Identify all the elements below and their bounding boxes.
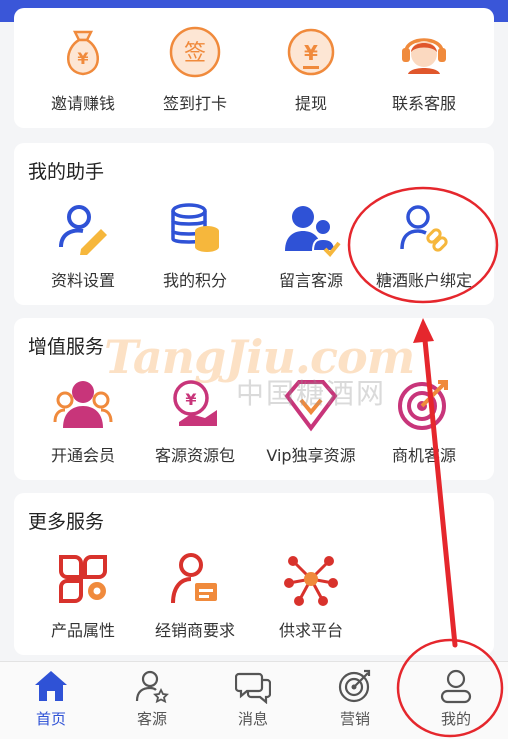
more-services-grid: 产品属性 经销商要求 供求平台 <box>14 547 494 647</box>
resource-pack-icon: ¥ <box>173 380 217 426</box>
open-membership-label: 开通会员 <box>50 446 115 465</box>
customer-source-icon <box>135 670 169 704</box>
account-link-icon <box>400 205 448 252</box>
checkin-button[interactable]: 签 签到打卡 <box>135 20 255 120</box>
tab-marketing[interactable]: 营销 <box>315 668 395 734</box>
open-membership-button[interactable]: 开通会员 <box>23 372 143 472</box>
profile-edit-icon <box>59 205 107 255</box>
membership-icon <box>53 381 113 428</box>
resource-pack-button[interactable]: ¥ 客源资源包 <box>135 372 255 472</box>
account-binding-button[interactable]: 糖酒账户绑定 <box>364 197 484 297</box>
withdraw-label: 提现 <box>294 94 327 113</box>
contact-service-label: 联系客服 <box>391 94 456 113</box>
contact-service-button[interactable]: 联系客服 <box>364 20 484 120</box>
quick-actions-grid: ¥ 邀请赚钱 签 签到打卡 ¥ 提现 联系客服 <box>14 20 494 120</box>
value-services-card: 增值服务 开通会员 ¥ 客源资源包 Vip独享资源 商机客源 <box>14 318 494 480</box>
points-icon <box>171 203 219 252</box>
product-attributes-button[interactable]: 产品属性 <box>23 547 143 647</box>
my-points-label: 我的积分 <box>162 271 227 290</box>
vip-diamond-icon <box>284 380 338 432</box>
dealer-requirements-button[interactable]: 经销商要求 <box>135 547 255 647</box>
home-icon <box>35 671 67 701</box>
svg-text:签: 签 <box>184 41 206 66</box>
tab-customer-source-label: 客源 <box>136 710 167 728</box>
customer-service-icon <box>402 38 446 74</box>
assistant-card: 我的助手 资料设置 我的积分 留言客源 糖酒账户绑定 <box>14 143 494 305</box>
withdraw-button[interactable]: ¥ 提现 <box>251 20 371 120</box>
invite-earn-button[interactable]: ¥ 邀请赚钱 <box>23 20 143 120</box>
bottom-tab-bar: 首页 客源 消息 营销 我的 <box>0 661 508 739</box>
tab-messages-label: 消息 <box>237 710 268 728</box>
more-services-card: 更多服务 产品属性 经销商要求 供求平台 <box>14 493 494 655</box>
tab-profile-label: 我的 <box>440 710 471 728</box>
quick-actions-card: ¥ 邀请赚钱 签 签到打卡 ¥ 提现 联系客服 <box>14 8 494 128</box>
dealer-requirements-label: 经销商要求 <box>154 621 235 640</box>
vip-resources-button[interactable]: Vip独享资源 <box>251 372 371 472</box>
tab-profile[interactable]: 我的 <box>416 668 496 734</box>
account-binding-label: 糖酒账户绑定 <box>375 271 472 290</box>
checkin-label: 签到打卡 <box>162 94 227 113</box>
dealer-requirements-icon <box>171 553 217 604</box>
my-points-button[interactable]: 我的积分 <box>135 197 255 297</box>
tab-messages[interactable]: 消息 <box>213 668 293 734</box>
target-icon <box>398 380 448 430</box>
svg-text:¥: ¥ <box>77 49 88 68</box>
assistant-title: 我的助手 <box>28 161 105 183</box>
invite-earn-label: 邀请赚钱 <box>50 94 115 113</box>
tab-customer-source[interactable]: 客源 <box>112 668 192 734</box>
message-icon <box>235 672 271 704</box>
resource-pack-label: 客源资源包 <box>154 446 235 465</box>
profile-settings-button[interactable]: 资料设置 <box>23 197 143 297</box>
message-customer-icon <box>285 206 341 257</box>
supply-demand-button[interactable]: 供求平台 <box>251 547 371 647</box>
value-services-title: 增值服务 <box>28 336 105 358</box>
profile-settings-label: 资料设置 <box>50 271 115 290</box>
withdraw-icon: ¥ <box>287 28 335 76</box>
product-attributes-icon <box>59 555 107 603</box>
tab-home[interactable]: 首页 <box>11 668 91 734</box>
money-bag-icon: ¥ <box>67 30 99 76</box>
checkin-icon: 签 <box>169 26 221 78</box>
tab-marketing-label: 营销 <box>339 710 370 728</box>
marketing-target-icon <box>338 669 371 703</box>
supply-demand-label: 供求平台 <box>278 621 343 640</box>
tab-home-label: 首页 <box>35 710 66 728</box>
business-leads-button[interactable]: 商机客源 <box>364 372 484 472</box>
vip-resources-label: Vip独享资源 <box>266 446 356 465</box>
assistant-grid: 资料设置 我的积分 留言客源 糖酒账户绑定 <box>14 197 494 297</box>
leave-message-button[interactable]: 留言客源 <box>251 197 371 297</box>
business-leads-label: 商机客源 <box>391 446 456 465</box>
product-attributes-label: 产品属性 <box>50 621 115 640</box>
leave-message-label: 留言客源 <box>278 271 343 290</box>
profile-icon <box>440 669 472 704</box>
more-services-title: 更多服务 <box>28 511 105 533</box>
supply-demand-icon <box>284 556 338 606</box>
svg-text:¥: ¥ <box>304 41 318 65</box>
value-services-grid: 开通会员 ¥ 客源资源包 Vip独享资源 商机客源 <box>14 372 494 472</box>
svg-text:¥: ¥ <box>185 390 196 409</box>
